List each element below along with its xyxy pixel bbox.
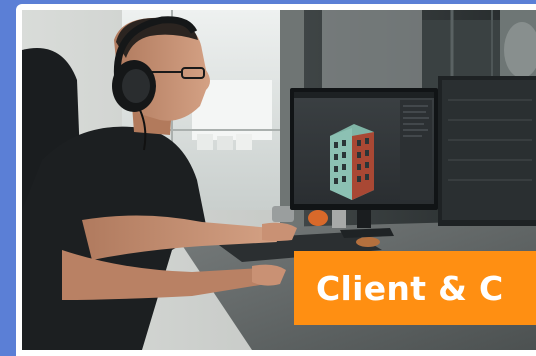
banner-title: Client & C <box>316 268 504 308</box>
card-frame: Client & C <box>16 4 536 356</box>
title-banner: Client & C <box>294 251 536 325</box>
